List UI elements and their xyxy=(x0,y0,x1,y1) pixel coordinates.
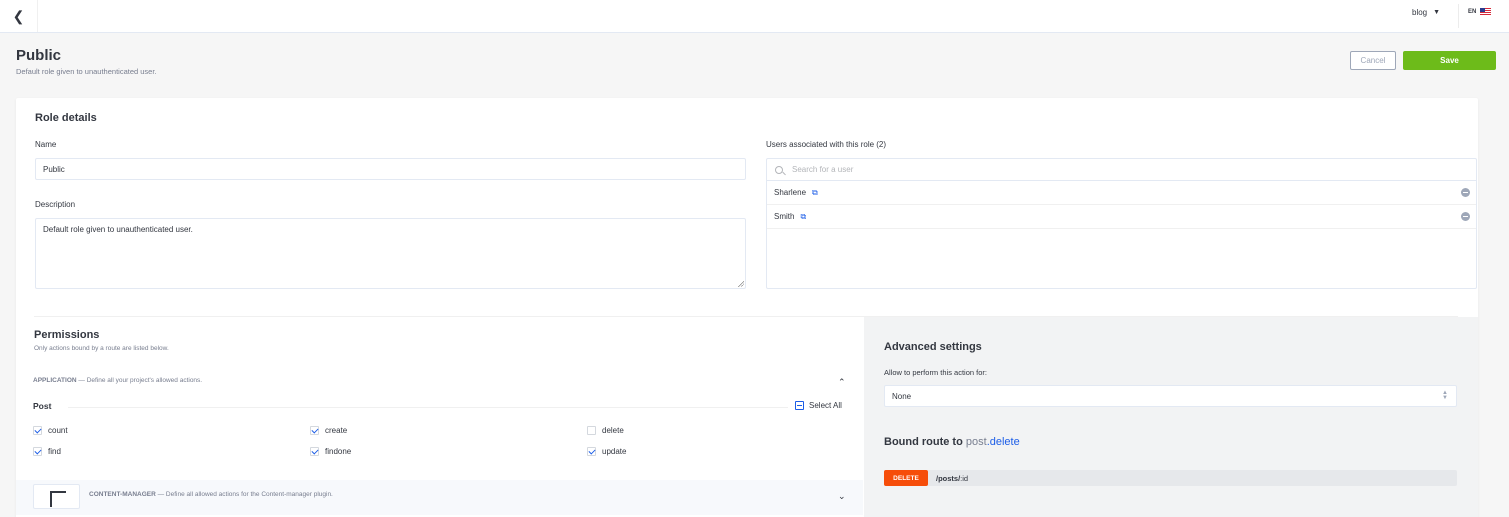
bound-route-title: Bound route to post.delete xyxy=(884,436,1020,448)
user-name: Smith xyxy=(774,212,795,221)
chevron-left-icon: ❮ xyxy=(12,7,25,24)
language-code: EN xyxy=(1468,8,1477,15)
project-selector[interactable]: blog ▼ xyxy=(1412,8,1440,17)
route-display: DELETE /posts/:id xyxy=(884,470,1457,486)
user-name: Sharlene xyxy=(774,188,807,197)
role-card: Role details Name Public Description Def… xyxy=(16,98,1478,517)
select-all-label: Select All xyxy=(809,401,842,410)
checkbox-update[interactable]: update xyxy=(587,447,626,456)
content-manager-desc: — Define all allowed actions for the Con… xyxy=(157,491,333,498)
checkbox-box xyxy=(310,447,319,456)
select-all-checkbox[interactable]: Select All xyxy=(795,401,842,410)
back-button[interactable]: ❮ xyxy=(0,0,38,32)
advanced-settings-panel: Advanced settings Allow to perform this … xyxy=(864,317,1478,517)
remove-user-icon[interactable] xyxy=(1461,212,1470,221)
checkbox-label: findone xyxy=(325,447,352,456)
search-placeholder: Search for a user xyxy=(792,165,854,174)
allow-value: None xyxy=(892,392,912,401)
bound-function: post xyxy=(965,436,987,448)
search-icon xyxy=(775,165,783,174)
permissions-title: Permissions xyxy=(34,329,100,341)
checkbox-label: create xyxy=(325,426,348,435)
http-method-badge: DELETE xyxy=(884,470,928,486)
checkbox-box xyxy=(310,426,319,435)
chevron-up-icon[interactable]: ⌃ xyxy=(838,377,846,388)
save-button[interactable]: Save xyxy=(1403,51,1496,70)
divider xyxy=(68,407,788,408)
description-label: Description xyxy=(35,200,76,209)
language-selector[interactable]: EN xyxy=(1468,8,1492,15)
name-label: Name xyxy=(35,140,57,149)
allow-select[interactable]: None ▲ ▼ xyxy=(884,385,1457,407)
description-textarea[interactable]: Default role given to unauthenticated us… xyxy=(35,218,746,289)
permissions-subtitle: Only actions bound by a route are listed… xyxy=(34,345,169,352)
checkbox-box xyxy=(33,447,42,456)
application-name: APPLICATION xyxy=(33,377,77,384)
resize-handle-icon[interactable] xyxy=(737,280,744,287)
checkbox-label: delete xyxy=(602,426,624,435)
content-manager-section-header[interactable]: CONTENT-MANAGER — Define all allowed act… xyxy=(16,480,863,515)
checkbox-label: count xyxy=(48,426,68,435)
role-details-title: Role details xyxy=(35,112,97,124)
advanced-settings-title: Advanced settings xyxy=(884,341,982,353)
remove-user-icon[interactable] xyxy=(1461,188,1470,197)
checkbox-label: update xyxy=(602,447,627,456)
checkbox-create[interactable]: create xyxy=(310,426,347,435)
caret-down-icon: ▼ xyxy=(1433,9,1441,16)
user-row: Sharlene ⧉ xyxy=(767,181,1476,205)
content-manager-name: CONTENT-MANAGER xyxy=(89,491,156,498)
checkbox-count[interactable]: count xyxy=(33,426,68,435)
select-arrows-icon: ▲ ▼ xyxy=(1442,390,1448,401)
project-name: blog xyxy=(1412,8,1428,17)
divider xyxy=(1458,4,1459,28)
route-path: /posts/:id xyxy=(936,474,968,483)
user-search-input[interactable]: Search for a user xyxy=(767,159,1476,181)
page-title: Public xyxy=(16,47,62,64)
external-link-icon[interactable]: ⧉ xyxy=(800,212,806,222)
checkbox-box xyxy=(587,447,596,456)
plugin-logo xyxy=(33,484,80,509)
checkbox-box xyxy=(587,426,596,435)
top-bar: ❮ blog ▼ EN xyxy=(0,0,1509,33)
route-path-param: :id xyxy=(960,474,969,483)
us-flag-icon xyxy=(1480,8,1492,15)
allow-label: Allow to perform this action for: xyxy=(884,368,987,377)
users-list: Search for a user Sharlene ⧉ Smith ⧉ xyxy=(766,158,1477,289)
indeterminate-checkbox-icon xyxy=(795,401,804,410)
cancel-button[interactable]: Cancel xyxy=(1350,51,1396,70)
page-subtitle: Default role given to unauthenticated us… xyxy=(16,67,157,76)
content-manager-label: CONTENT-MANAGER — Define all allowed act… xyxy=(89,491,333,498)
checkbox-label: find xyxy=(48,447,61,456)
route-path-base: /posts/ xyxy=(936,474,961,483)
application-desc: — Define all your project's allowed acti… xyxy=(78,377,203,384)
users-label: Users associated with this role (2) xyxy=(766,140,887,149)
chevron-down-icon[interactable]: ⌄ xyxy=(838,491,846,502)
name-input[interactable]: Public xyxy=(35,158,746,180)
checkbox-delete[interactable]: delete xyxy=(587,426,624,435)
checkbox-findone[interactable]: findone xyxy=(310,447,351,456)
bound-prefix: Bound route to xyxy=(884,436,963,448)
description-text: Default role given to unauthenticated us… xyxy=(43,225,193,234)
bound-action: .delete xyxy=(986,436,1020,448)
checkbox-find[interactable]: find xyxy=(33,447,61,456)
checkbox-box xyxy=(33,426,42,435)
application-section-header[interactable]: APPLICATION — Define all your project's … xyxy=(33,377,202,384)
user-row: Smith ⧉ xyxy=(767,205,1476,229)
post-group-title: Post xyxy=(33,401,52,411)
external-link-icon[interactable]: ⧉ xyxy=(812,188,818,198)
